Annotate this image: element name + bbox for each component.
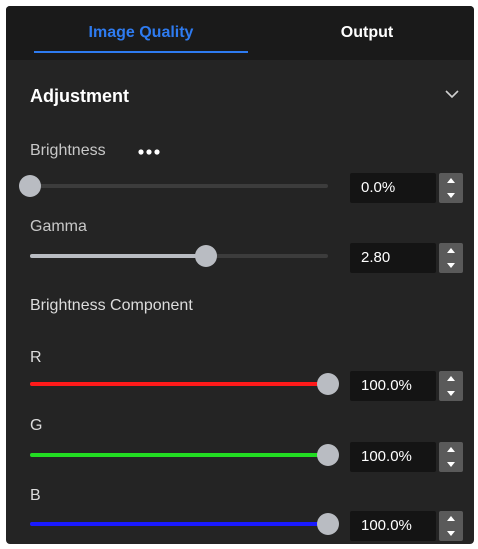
channel-g-value-input[interactable]: 100.0% <box>350 442 436 472</box>
caret-up-icon <box>447 376 455 381</box>
channel-r-value-input[interactable]: 100.0% <box>350 371 436 401</box>
stepper-up-button[interactable] <box>439 511 463 526</box>
brightness-value-input[interactable]: 0.0% <box>350 173 436 203</box>
more-horizontal-icon[interactable] <box>138 148 160 156</box>
stepper-up-button[interactable] <box>439 442 463 457</box>
gamma-stepper <box>439 243 463 273</box>
section-title: Adjustment <box>30 86 129 106</box>
stepper-up-button[interactable] <box>439 173 463 188</box>
adjustment-section-header[interactable]: Adjustment <box>6 60 474 130</box>
slider-track <box>30 184 328 188</box>
caret-down-icon <box>447 263 455 268</box>
channel-g-value-box: 100.0% <box>350 442 466 472</box>
brightness-slider[interactable] <box>19 174 328 198</box>
gamma-slider[interactable] <box>30 244 328 268</box>
caret-down-icon <box>447 391 455 396</box>
brightness-stepper <box>439 173 463 203</box>
channel-g-stepper <box>439 442 463 472</box>
stepper-down-button[interactable] <box>439 526 463 541</box>
slider-thumb[interactable] <box>317 444 339 466</box>
channel-b-label: B <box>30 487 41 504</box>
tab-output[interactable]: Output <box>276 6 458 60</box>
caret-up-icon <box>447 178 455 183</box>
gamma-value-input[interactable]: 2.80 <box>350 243 436 273</box>
channel-r-value-box: 100.0% <box>350 371 466 401</box>
stepper-down-button[interactable] <box>439 188 463 203</box>
brightness-component-title: Brightness Component <box>30 297 193 314</box>
caret-down-icon <box>447 193 455 198</box>
channel-g-slider[interactable] <box>30 443 339 467</box>
brightness-value-box: 0.0% <box>350 173 466 203</box>
channel-b-value-box: 100.0% <box>350 511 466 541</box>
tab-bar: Image Quality Output <box>6 6 474 60</box>
stepper-up-button[interactable] <box>439 243 463 258</box>
channel-g-label: G <box>30 417 43 434</box>
caret-up-icon <box>447 447 455 452</box>
caret-down-icon <box>447 462 455 467</box>
gamma-value-box: 2.80 <box>350 243 466 273</box>
channel-r-label: R <box>30 349 42 366</box>
caret-up-icon <box>447 516 455 521</box>
slider-fill <box>30 382 328 386</box>
stepper-up-button[interactable] <box>439 371 463 386</box>
slider-thumb[interactable] <box>317 373 339 395</box>
slider-fill <box>30 453 328 457</box>
slider-fill <box>30 522 328 526</box>
caret-down-icon <box>447 531 455 536</box>
channel-b-value-input[interactable]: 100.0% <box>350 511 436 541</box>
stepper-down-button[interactable] <box>439 457 463 472</box>
tab-image-quality-label: Image Quality <box>88 24 194 41</box>
chevron-down-icon[interactable] <box>445 89 459 99</box>
slider-thumb[interactable] <box>194 245 217 267</box>
adjustment-panel: Image Quality Output Adjustment Brightne… <box>6 6 474 544</box>
stepper-down-button[interactable] <box>439 386 463 401</box>
stepper-down-button[interactable] <box>439 258 463 273</box>
caret-up-icon <box>447 248 455 253</box>
channel-r-slider[interactable] <box>30 372 339 396</box>
active-tab-indicator <box>34 51 248 53</box>
channel-b-stepper <box>439 511 463 541</box>
channel-b-slider[interactable] <box>30 512 339 536</box>
tab-output-label: Output <box>340 24 394 41</box>
slider-thumb[interactable] <box>19 175 41 197</box>
gamma-label: Gamma <box>30 218 87 235</box>
brightness-label: Brightness <box>30 142 106 159</box>
slider-fill <box>30 254 206 258</box>
channel-r-stepper <box>439 371 463 401</box>
slider-thumb[interactable] <box>317 513 339 535</box>
